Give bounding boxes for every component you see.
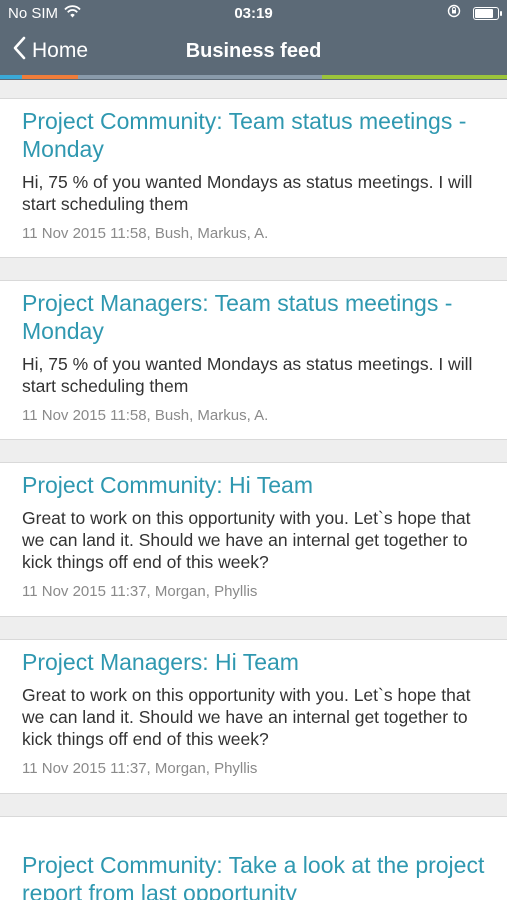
status-right — [447, 4, 502, 22]
page-title: Business feed — [185, 40, 322, 62]
feed-item[interactable]: Project Managers: Hi Team Great to work … — [0, 639, 507, 794]
accent-strip — [0, 75, 507, 79]
feed-item[interactable]: Project Community: Take a look at the pr… — [0, 816, 507, 900]
feed-item-title: Project Managers: Hi Team — [22, 649, 299, 675]
feed-item-title: Project Community: Hi Team — [22, 472, 313, 498]
feed-item-title: Project Community: Take a look at the pr… — [22, 852, 485, 900]
feed-item-body: Great to work on this opportunity with y… — [22, 685, 471, 749]
accent-segment — [322, 75, 507, 79]
feed-item-title: Project Managers: Team status meetings -… — [22, 290, 453, 344]
navigation-bar: Home Business feed — [0, 28, 507, 76]
app-header: No SIM 03:19 Home Business feed — [0, 0, 507, 80]
feed-item[interactable]: Project Community: Team status meetings … — [0, 98, 507, 258]
feed-item-body: Great to work on this opportunity with y… — [22, 508, 471, 572]
feed-item[interactable]: Project Managers: Team status meetings -… — [0, 280, 507, 440]
feed-item-meta: 11 Nov 2015 11:37, Morgan, Phyllis — [22, 583, 258, 600]
accent-segment — [0, 75, 22, 79]
status-bar: No SIM 03:19 — [0, 0, 507, 28]
feed-item-title: Project Community: Team status meetings … — [22, 108, 467, 162]
feed-item-body: Hi, 75 % of you wanted Mondays as status… — [22, 354, 473, 396]
feed-item-meta: 11 Nov 2015 11:58, Bush, Markus, A. — [22, 225, 269, 242]
accent-segment — [78, 75, 322, 79]
feed-item-meta: 11 Nov 2015 11:37, Morgan, Phyllis — [22, 760, 258, 777]
orientation-lock-icon — [447, 4, 461, 22]
accent-segment — [22, 75, 78, 79]
battery-icon — [473, 6, 502, 20]
feed-item[interactable]: Project Community: Hi Team Great to work… — [0, 462, 507, 617]
feed-item-meta: 11 Nov 2015 11:58, Bush, Markus, A. — [22, 407, 269, 424]
feed-item-body: Hi, 75 % of you wanted Mondays as status… — [22, 172, 473, 214]
status-time: 03:19 — [234, 5, 273, 22]
